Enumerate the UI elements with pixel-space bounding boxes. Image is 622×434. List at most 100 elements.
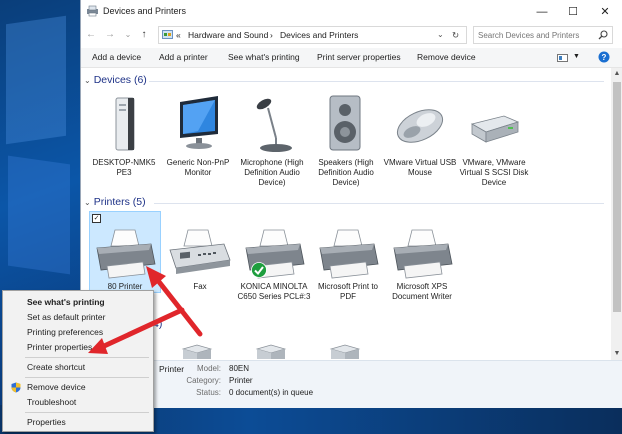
device-usb-mouse[interactable]: VMware Virtual USB Mouse: [383, 94, 457, 178]
printer-konica-minolta[interactable]: KONICA MINOLTA C650 Series PCL#:3: [237, 228, 311, 302]
menu-separator: [25, 412, 149, 413]
menu-item-printer-properties[interactable]: Printer properties: [3, 340, 153, 355]
printer-fax[interactable]: Fax: [163, 228, 237, 292]
category-value: Printer: [229, 376, 253, 385]
desktop-window-logo-pane: [6, 15, 66, 145]
menu-item-properties[interactable]: Properties: [3, 415, 153, 430]
search-input[interactable]: [478, 29, 593, 41]
menu-item-label: Remove device: [27, 382, 86, 392]
computer-tower-icon: [115, 97, 135, 151]
fax-icon: [169, 229, 231, 274]
details-pane: Printer Model: 80EN Category: Printer St…: [81, 360, 622, 408]
back-button[interactable]: ←: [84, 27, 98, 43]
add-printer-button[interactable]: Add a printer: [159, 52, 208, 62]
disk-drive-icon: [470, 115, 520, 143]
menu-item-set-as-default[interactable]: Set as default printer: [3, 310, 153, 325]
devices-section-header[interactable]: ⌄ Devices (6): [84, 74, 147, 86]
printer-label: Microsoft Print to PDF: [317, 282, 378, 301]
printer-label: KONICA MINOLTA C650 Series PCL#:3: [237, 282, 311, 301]
selection-checkbox[interactable]: ✓: [92, 214, 101, 223]
minimize-button[interactable]: —: [526, 0, 558, 24]
print-server-properties-button[interactable]: Print server properties: [317, 52, 401, 62]
up-button[interactable]: ↑: [137, 27, 151, 43]
server-icon[interactable]: [327, 343, 363, 359]
see-whats-printing-button[interactable]: See what's printing: [228, 52, 300, 62]
add-device-button[interactable]: Add a device: [92, 52, 141, 62]
printer-80-printer[interactable]: 80 Printer: [88, 228, 162, 292]
forward-button[interactable]: →: [103, 27, 117, 43]
view-options-icon[interactable]: [557, 54, 568, 62]
devices-section-title: Devices (6): [93, 74, 147, 86]
collapse-chevron-icon[interactable]: ⌄: [84, 198, 91, 207]
device-microphone[interactable]: Microphone (High Definition Audio Device…: [235, 94, 309, 188]
device-speakers[interactable]: Speakers (High Definition Audio Device): [309, 94, 383, 188]
printer-icon: [96, 229, 156, 279]
model-value: 80EN: [229, 364, 250, 373]
printer-label: Fax: [193, 282, 207, 291]
menu-item-troubleshoot[interactable]: Troubleshoot: [3, 395, 153, 410]
refresh-icon[interactable]: ↻: [452, 30, 459, 41]
view-dropdown-icon[interactable]: ▼: [573, 53, 580, 60]
server-icon[interactable]: [179, 343, 215, 359]
devices-and-printers-window: Devices and Printers — ☐ ✕ ← → ⌄ ↑ « Har…: [80, 0, 622, 408]
recent-locations-button[interactable]: ⌄: [121, 27, 135, 43]
server-icon[interactable]: [253, 343, 289, 359]
model-label: Model:: [196, 364, 221, 373]
device-label: DESKTOP-NMK5 PE3: [92, 158, 156, 177]
vertical-scrollbar[interactable]: ▲ ▼: [611, 68, 622, 360]
close-button[interactable]: ✕: [589, 0, 621, 24]
device-scsi-disk[interactable]: VMware, VMware Virtual S SCSI Disk Devic…: [457, 94, 531, 188]
printer-microsoft-xps-writer[interactable]: Microsoft XPS Document Writer: [385, 228, 459, 302]
scroll-up-icon[interactable]: ▲: [611, 68, 622, 80]
device-label: VMware Virtual USB Mouse: [383, 158, 457, 177]
desktop-window-logo-pane: [8, 155, 70, 275]
menu-item-remove-device[interactable]: Remove device: [3, 380, 153, 395]
menu-item-printing-preferences[interactable]: Printing preferences: [3, 325, 153, 340]
address-dropdown-icon[interactable]: ⌄: [437, 30, 444, 39]
printers-section-header[interactable]: ⌄ Printers (5): [84, 196, 146, 208]
category-label: Category:: [186, 376, 221, 385]
window-title: Devices and Printers: [103, 6, 187, 16]
address-field[interactable]: « Hardware and Sound › Devices and Print…: [158, 26, 467, 44]
svg-text:?: ?: [602, 53, 607, 62]
breadcrumb-devices-and-printers[interactable]: Devices and Printers: [280, 30, 358, 40]
control-panel-icon: [162, 30, 173, 39]
status-label: Status:: [196, 388, 221, 397]
unspecified-section-header[interactable]: 4): [153, 318, 162, 330]
scroll-down-icon[interactable]: ▼: [611, 348, 622, 360]
monitor-icon: [180, 96, 218, 149]
menu-separator: [25, 357, 149, 358]
help-icon[interactable]: ?: [598, 51, 610, 63]
menu-item-see-whats-printing[interactable]: See what's printing: [3, 295, 153, 310]
devices-printers-icon: [87, 5, 98, 17]
printer-label: Microsoft XPS Document Writer: [392, 282, 452, 301]
unspecified-section-title: 4): [153, 318, 163, 330]
printers-section-title: Printers (5): [93, 196, 146, 208]
search-field[interactable]: [473, 26, 613, 44]
breadcrumb-overflow[interactable]: «: [176, 30, 181, 40]
scrollbar-thumb[interactable]: [613, 82, 621, 312]
device-desktop[interactable]: DESKTOP-NMK5 PE3: [87, 94, 161, 178]
printer-icon: [319, 229, 379, 279]
menu-item-create-shortcut[interactable]: Create shortcut: [3, 360, 153, 375]
section-divider: [154, 203, 604, 204]
microphone-icon: [256, 98, 292, 152]
printer-context-menu: See what's printing Set as default print…: [2, 290, 154, 432]
menu-separator: [25, 377, 149, 378]
remove-device-button[interactable]: Remove device: [417, 52, 476, 62]
breadcrumb-separator: ›: [270, 30, 273, 40]
printer-microsoft-print-to-pdf[interactable]: Microsoft Print to PDF: [311, 228, 385, 302]
device-label: VMware, VMware Virtual S SCSI Disk Devic…: [459, 158, 529, 187]
device-monitor[interactable]: Generic Non-PnP Monitor: [161, 94, 235, 178]
maximize-button[interactable]: ☐: [557, 0, 589, 24]
section-divider: [149, 81, 604, 82]
speaker-icon: [329, 95, 361, 151]
search-icon[interactable]: [598, 30, 608, 40]
title-bar: Devices and Printers — ☐ ✕: [81, 0, 622, 24]
mouse-icon: [396, 109, 444, 143]
breadcrumb-hardware-and-sound[interactable]: Hardware and Sound: [188, 30, 268, 40]
device-label: Speakers (High Definition Audio Device): [318, 158, 374, 187]
address-bar: ← → ⌄ ↑ « Hardware and Sound › Devices a…: [81, 24, 622, 46]
collapse-chevron-icon[interactable]: ⌄: [84, 76, 91, 85]
uac-shield-icon: [11, 382, 21, 393]
